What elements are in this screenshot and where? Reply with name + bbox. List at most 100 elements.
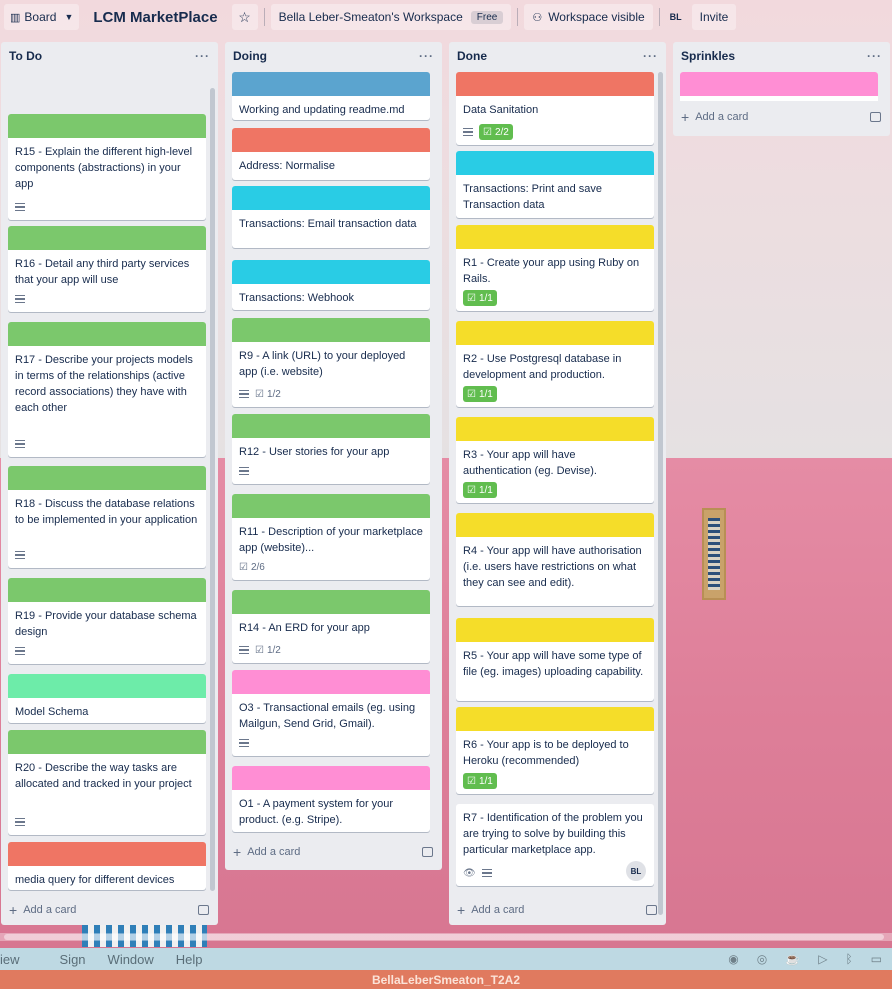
evernote-icon[interactable]: ◉ — [728, 952, 738, 966]
creative-cloud-icon[interactable]: ◎ — [757, 952, 767, 966]
card[interactable]: R6 - Your app is to be deployed to Herok… — [456, 707, 654, 794]
card[interactable]: R9 - A link (URL) to your deployed app (… — [232, 318, 430, 407]
board-horizontal-scrollbar[interactable] — [0, 933, 892, 941]
card[interactable]: R3 - Your app will have authentication (… — [456, 417, 654, 503]
battery-icon[interactable]: ▭ — [871, 952, 882, 966]
invite-button[interactable]: Invite — [691, 4, 737, 30]
card-cover — [232, 260, 430, 284]
os-menubar: iew Sign Window Help ◉ ◎ ☕ ▷ ᛒ ▭ — [0, 948, 892, 970]
description-icon — [15, 818, 25, 826]
checkbox-icon: ☑ — [255, 388, 264, 400]
card-template-icon[interactable] — [198, 905, 209, 915]
card[interactable]: O1 - A payment system for your product. … — [232, 766, 430, 832]
checklist-count: 2/6 — [250, 561, 265, 573]
card[interactable]: Transactions: Webhook — [232, 260, 430, 310]
menu-item-view[interactable]: iew — [0, 952, 20, 967]
list-scrollbar[interactable] — [658, 72, 663, 915]
card-template-icon[interactable] — [870, 112, 881, 122]
card-title: Working and updating readme.md — [239, 104, 405, 116]
list-title[interactable]: Doing — [233, 49, 267, 63]
header-divider — [517, 8, 519, 26]
checkbox-icon: ☑ — [239, 561, 248, 573]
more-icon[interactable]: ··· — [643, 49, 658, 63]
add-card-label: Add a card — [247, 846, 301, 858]
card[interactable]: Transactions: Print and save Transaction… — [456, 151, 654, 218]
list-scrollbar[interactable] — [210, 88, 215, 891]
checklist-count: 1/1 — [478, 775, 493, 787]
card-badges: ☑ 1/2 — [239, 386, 281, 402]
more-icon[interactable]: ··· — [867, 49, 882, 63]
add-card-label: Add a card — [23, 904, 77, 916]
card[interactable]: R1 - Create your app using Ruby on Rails… — [456, 225, 654, 311]
card[interactable]: Transactions: Email transaction data — [232, 186, 430, 248]
card[interactable]: Working and updating readme.md — [232, 72, 430, 120]
menu-item-window[interactable]: Window — [108, 952, 154, 967]
card-cover — [680, 72, 878, 96]
list-title[interactable]: To Do — [9, 49, 42, 63]
menu-item-sign[interactable]: Sign — [60, 952, 86, 967]
more-icon[interactable]: ··· — [419, 49, 434, 63]
card[interactable]: R4 - Your app will have authorisation (i… — [456, 513, 654, 606]
list-title[interactable]: Done — [457, 49, 487, 63]
card-cover — [232, 590, 430, 614]
checklist-count: 1/1 — [478, 292, 493, 304]
coffee-icon[interactable]: ☕ — [785, 952, 800, 966]
card-title: R17 - Describe your projects models in t… — [15, 354, 193, 414]
card-cover — [456, 72, 654, 96]
card[interactable]: R17 - Describe your projects models in t… — [8, 322, 206, 457]
member-avatar[interactable]: BL — [626, 861, 646, 881]
card[interactable]: R14 - An ERD for your app ☑ 1/2 — [232, 590, 430, 663]
card[interactable]: R12 - User stories for your app — [232, 414, 430, 484]
card-template-icon[interactable] — [422, 847, 433, 857]
card-cover — [456, 618, 654, 642]
card[interactable]: R19 - Provide your database schema desig… — [8, 578, 206, 664]
card[interactable]: O4 - Searching, sorting and/or filtering… — [680, 72, 878, 101]
star-button[interactable]: ☆ — [231, 4, 258, 30]
card-cover — [232, 72, 430, 96]
card[interactable]: R2 - Use Postgresql database in developm… — [456, 321, 654, 407]
card[interactable]: R11 - Description of your marketplace ap… — [232, 494, 430, 580]
menu-item-help[interactable]: Help — [176, 952, 203, 967]
card[interactable]: R16 - Detail any third party services th… — [8, 226, 206, 312]
card[interactable]: R20 - Describe the way tasks are allocat… — [8, 730, 206, 835]
add-card-button[interactable]: + Add a card — [9, 898, 209, 922]
board-header: ▥ Board ▼ LCM MarketPlace ☆ Bella Leber-… — [0, 0, 892, 34]
card-cover — [8, 674, 206, 698]
card-title: R1 - Create your app using Ruby on Rails… — [463, 257, 640, 285]
more-icon[interactable]: ··· — [195, 49, 210, 63]
card-badges: 👁 — [463, 865, 492, 881]
card[interactable]: Model Schema — [8, 674, 206, 723]
bluetooth-icon[interactable]: ᛒ — [845, 952, 852, 966]
card[interactable]: R18 - Discuss the database relations to … — [8, 466, 206, 568]
card[interactable]: R15 - Explain the different high-level c… — [8, 114, 206, 220]
card[interactable]: R7 - Identification of the problem you a… — [456, 804, 654, 886]
visibility-button[interactable]: ⚇ Workspace visible — [524, 4, 653, 30]
workspace-button[interactable]: Bella Leber-Smeaton's Workspace Free — [270, 4, 512, 30]
play-icon[interactable]: ▷ — [818, 952, 827, 966]
scrollbar-thumb[interactable] — [4, 934, 884, 940]
star-icon: ☆ — [238, 8, 251, 25]
card[interactable]: media query for different devices — [8, 842, 206, 890]
card[interactable]: Data Sanitation ☑ 2/2 — [456, 72, 654, 145]
card[interactable]: R5 - Your app will have some type of fil… — [456, 618, 654, 701]
card-title: R4 - Your app will have authorisation (i… — [463, 545, 642, 589]
card[interactable]: O3 - Transactional emails (eg. using Mai… — [232, 670, 430, 756]
card-template-icon[interactable] — [646, 905, 657, 915]
description-icon — [239, 739, 249, 747]
add-card-button[interactable]: + Add a card — [233, 840, 433, 864]
card-badges: ☑ 2/2 — [463, 124, 513, 140]
checklist-badge: ☑ 1/2 — [255, 645, 281, 656]
checklist-count: 1/2 — [266, 644, 281, 656]
card-title: Transactions: Email transaction data — [239, 218, 417, 230]
card[interactable]: Address: Normalise — [232, 128, 430, 180]
add-card-button[interactable]: + Add a card — [681, 105, 881, 129]
list-to-do: To Do ··· SiteplanR15 - Explain the differ… — [1, 42, 218, 925]
card-cover — [8, 226, 206, 250]
visibility-label: Workspace visible — [548, 10, 645, 24]
card-title: R9 - A link (URL) to your deployed app (… — [239, 350, 406, 378]
list-title[interactable]: Sprinkles — [681, 49, 735, 63]
board-view-switcher[interactable]: ▥ Board ▼ — [4, 4, 80, 30]
member-avatar[interactable]: BL — [666, 7, 686, 27]
board-title[interactable]: LCM MarketPlace — [85, 9, 225, 26]
add-card-button[interactable]: + Add a card — [457, 898, 657, 922]
